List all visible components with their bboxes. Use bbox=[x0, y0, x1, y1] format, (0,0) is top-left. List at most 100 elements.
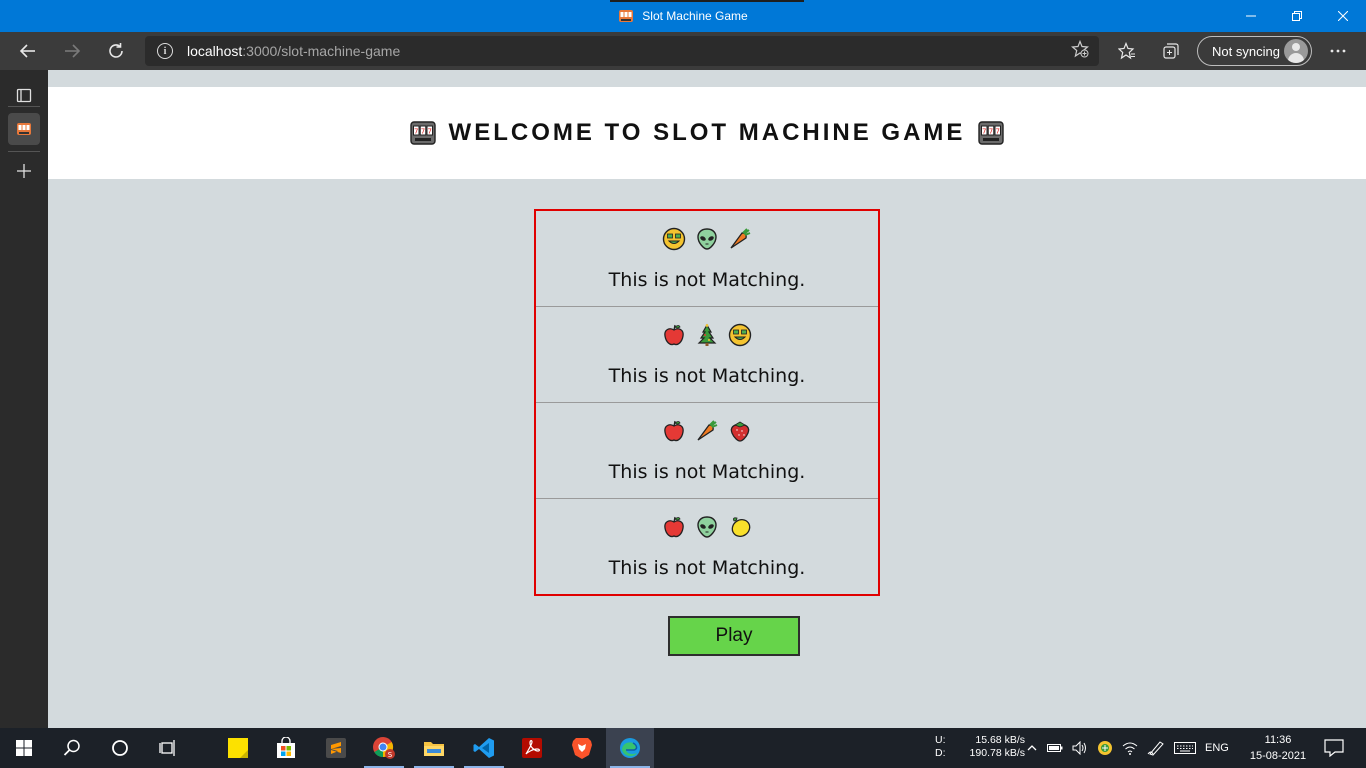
avatar bbox=[1284, 39, 1308, 63]
cortana-icon bbox=[112, 740, 128, 756]
close-icon bbox=[1338, 11, 1348, 21]
taskbar-brave[interactable] bbox=[558, 728, 606, 768]
result-row: This is not Matching. bbox=[536, 307, 878, 403]
svg-text:7: 7 bbox=[989, 128, 993, 136]
favorites-icon bbox=[1118, 42, 1135, 60]
page-title: WELCOME TO SLOT MACHINE GAME bbox=[448, 119, 966, 146]
tab-slot-machine-game[interactable] bbox=[8, 113, 40, 145]
wifi-icon[interactable] bbox=[1122, 741, 1138, 755]
taskbar-clock[interactable]: 11:36 15-08-2021 bbox=[1240, 732, 1316, 764]
sidebar-divider bbox=[8, 106, 40, 107]
chevron-up-icon[interactable] bbox=[1026, 742, 1038, 754]
emoji-reels bbox=[536, 227, 878, 251]
download-speed: 190.78 kB/s bbox=[969, 747, 1025, 759]
minimize-button[interactable] bbox=[1228, 0, 1274, 32]
store-icon bbox=[277, 737, 295, 758]
taskbar-edge[interactable] bbox=[606, 728, 654, 768]
url-text[interactable]: localhost:3000/slot-machine-game bbox=[187, 43, 400, 59]
vertical-tabs-sidebar bbox=[0, 70, 48, 728]
search-button[interactable] bbox=[48, 728, 96, 768]
match-result-message: This is not Matching. bbox=[608, 557, 806, 579]
app-tray-green-icon[interactable] bbox=[1097, 740, 1113, 756]
pen-icon[interactable] bbox=[1147, 740, 1165, 756]
restore-button[interactable] bbox=[1274, 0, 1320, 32]
money-mouth-face-icon bbox=[728, 323, 752, 347]
clock-date: 15-08-2021 bbox=[1249, 750, 1307, 762]
task-view-icon bbox=[159, 740, 175, 756]
address-bar[interactable]: i localhost:3000/slot-machine-game bbox=[145, 36, 1099, 66]
window-title-text: Slot Machine Game bbox=[642, 9, 748, 23]
forward-button[interactable] bbox=[56, 36, 88, 66]
start-button[interactable] bbox=[0, 728, 48, 768]
restore-icon bbox=[1292, 11, 1302, 21]
taskbar-store[interactable] bbox=[262, 728, 310, 768]
info-icon[interactable]: i bbox=[157, 43, 173, 59]
money-mouth-face-icon bbox=[662, 227, 686, 251]
search-icon bbox=[63, 739, 80, 756]
taskbar-sublime-text[interactable] bbox=[312, 728, 360, 768]
alien-icon bbox=[695, 227, 719, 251]
play-button[interactable]: Play bbox=[668, 616, 800, 656]
tab-actions-icon bbox=[16, 88, 32, 103]
plus-icon bbox=[17, 164, 31, 178]
edge-icon bbox=[620, 738, 640, 758]
battery-icon[interactable] bbox=[1047, 743, 1063, 753]
new-tab-button[interactable] bbox=[8, 155, 40, 187]
taskbar-chrome[interactable]: S bbox=[360, 728, 408, 768]
match-result-message: This is not Matching. bbox=[608, 365, 806, 387]
browser-toolbar: i localhost:3000/slot-machine-game Not s… bbox=[0, 32, 1366, 70]
language-indicator[interactable]: ENG bbox=[1205, 742, 1229, 754]
url-path: :3000/slot-machine-game bbox=[242, 43, 401, 59]
add-favorite-icon[interactable] bbox=[1071, 39, 1089, 63]
acrobat-icon bbox=[522, 738, 542, 758]
upload-label: U: bbox=[935, 734, 946, 746]
sublime-text-icon bbox=[326, 738, 346, 758]
red-apple-icon bbox=[662, 515, 686, 539]
favorites-button[interactable] bbox=[1111, 36, 1143, 66]
back-button[interactable] bbox=[12, 36, 44, 66]
refresh-button[interactable] bbox=[100, 36, 132, 66]
slot-machine-icon: 7 7 7 bbox=[977, 119, 1005, 147]
upload-speed: 15.68 kB/s bbox=[975, 734, 1025, 746]
alien-icon bbox=[695, 515, 719, 539]
taskbar-acrobat[interactable] bbox=[508, 728, 556, 768]
result-row: This is not Matching. bbox=[536, 499, 878, 595]
emoji-reels bbox=[536, 323, 878, 347]
strawberry-icon bbox=[728, 419, 752, 443]
windows-logo-icon bbox=[16, 740, 32, 756]
refresh-icon bbox=[109, 43, 123, 58]
close-button[interactable] bbox=[1320, 0, 1366, 32]
taskbar-sticky-notes[interactable] bbox=[214, 728, 262, 768]
profile-sync-button[interactable]: Not syncing bbox=[1197, 36, 1312, 66]
collections-button[interactable] bbox=[1155, 36, 1187, 66]
svg-text:7: 7 bbox=[420, 128, 424, 136]
folder-icon bbox=[424, 742, 444, 756]
christmas-tree-icon bbox=[695, 323, 719, 347]
window-titlebar: Slot Machine Game bbox=[0, 0, 1366, 32]
match-result-message: This is not Matching. bbox=[608, 269, 806, 291]
volume-icon[interactable] bbox=[1072, 741, 1088, 755]
keyboard-icon[interactable] bbox=[1174, 741, 1196, 755]
taskbar-vscode[interactable] bbox=[460, 728, 508, 768]
result-row: This is not Matching. bbox=[536, 403, 878, 499]
red-apple-icon bbox=[662, 323, 686, 347]
vscode-icon bbox=[473, 738, 494, 758]
svg-text:7: 7 bbox=[427, 128, 431, 136]
cortana-button[interactable] bbox=[96, 728, 144, 768]
emoji-reels bbox=[536, 515, 878, 539]
svg-text:S: S bbox=[388, 751, 393, 759]
page-header: 7 7 7 WELCOME TO SLOT MACHINE GAME 7 7 7 bbox=[48, 87, 1366, 179]
svg-text:7: 7 bbox=[414, 128, 418, 136]
more-menu-button[interactable] bbox=[1322, 36, 1354, 66]
taskbar-file-explorer[interactable] bbox=[410, 728, 458, 768]
url-host: localhost bbox=[187, 43, 243, 59]
system-tray: ENG bbox=[1026, 728, 1229, 768]
forward-arrow-icon bbox=[65, 44, 81, 58]
match-result-message: This is not Matching. bbox=[608, 461, 806, 483]
task-view-button[interactable] bbox=[144, 728, 192, 768]
sync-label: Not syncing bbox=[1212, 43, 1280, 59]
lemon-icon bbox=[728, 515, 752, 539]
clock-time: 11:36 bbox=[1264, 734, 1292, 746]
red-apple-icon bbox=[662, 419, 686, 443]
notifications-button[interactable] bbox=[1310, 728, 1358, 768]
